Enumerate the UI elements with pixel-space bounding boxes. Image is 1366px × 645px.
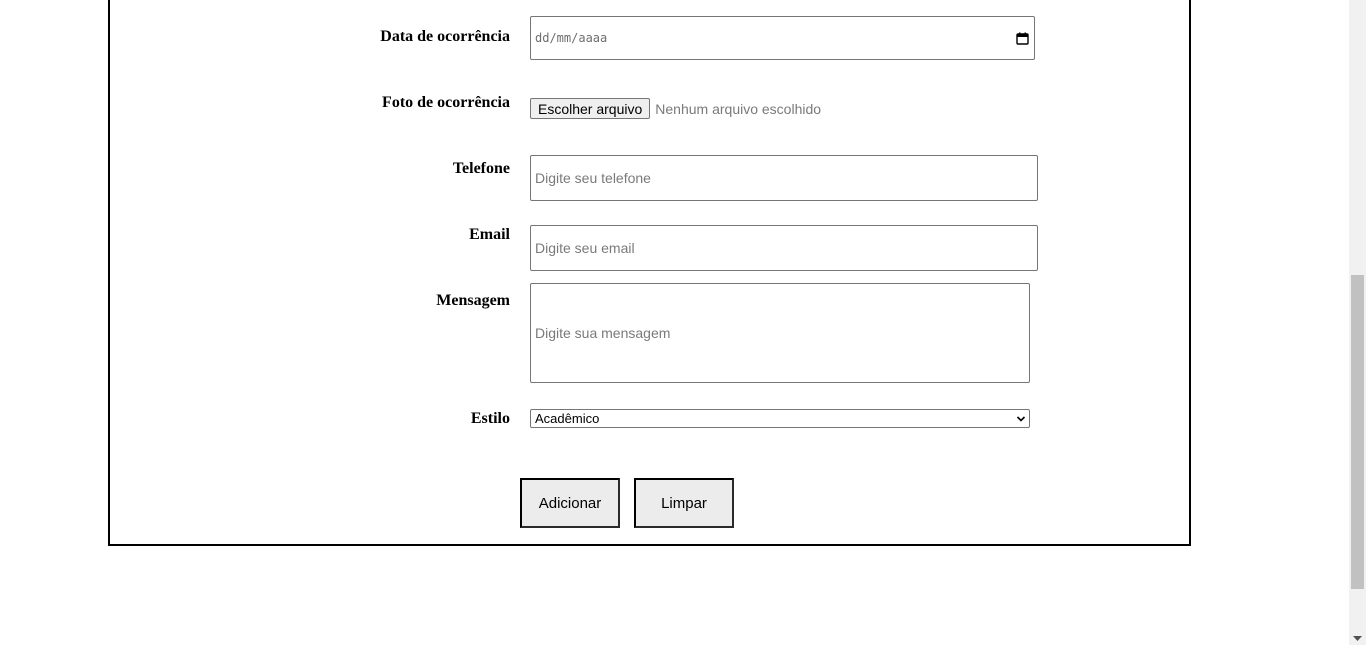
phone-input[interactable]: Digite seu telefone xyxy=(530,155,1038,201)
phone-placeholder: Digite seu telefone xyxy=(535,170,651,186)
style-select[interactable]: Acadêmico xyxy=(530,409,1030,428)
date-placeholder: dd/mm/aaaa xyxy=(535,31,608,45)
vertical-scrollbar[interactable] xyxy=(1349,0,1366,645)
message-label: Mensagem xyxy=(436,292,510,309)
scroll-thumb[interactable] xyxy=(1351,275,1364,589)
style-label: Estilo xyxy=(470,410,510,427)
date-label: Data de ocorrência xyxy=(380,28,510,45)
email-label: Email xyxy=(469,226,510,243)
chevron-down-icon xyxy=(1016,416,1026,422)
file-input[interactable]: Escolher arquivo Nenhum arquivo escolhid… xyxy=(530,98,821,119)
phone-label: Telefone xyxy=(452,160,510,177)
choose-file-button[interactable]: Escolher arquivo xyxy=(530,98,651,119)
add-button[interactable]: Adicionar xyxy=(520,478,620,528)
message-textarea[interactable]: Digite sua mensagem xyxy=(530,283,1030,383)
email-placeholder: Digite seu email xyxy=(535,240,635,256)
message-placeholder: Digite sua mensagem xyxy=(535,325,671,341)
scroll-down-arrow-icon[interactable] xyxy=(1353,636,1362,642)
file-status: Nenhum arquivo escolhido xyxy=(655,100,822,117)
style-selected-value: Acadêmico xyxy=(535,411,600,426)
photo-label: Foto de ocorrência xyxy=(382,94,510,111)
email-input[interactable]: Digite seu email xyxy=(530,225,1038,271)
calendar-icon[interactable] xyxy=(1016,32,1029,45)
date-input[interactable]: dd/mm/aaaa xyxy=(530,16,1035,60)
form-container xyxy=(108,0,1191,546)
clear-button[interactable]: Limpar xyxy=(634,478,734,528)
